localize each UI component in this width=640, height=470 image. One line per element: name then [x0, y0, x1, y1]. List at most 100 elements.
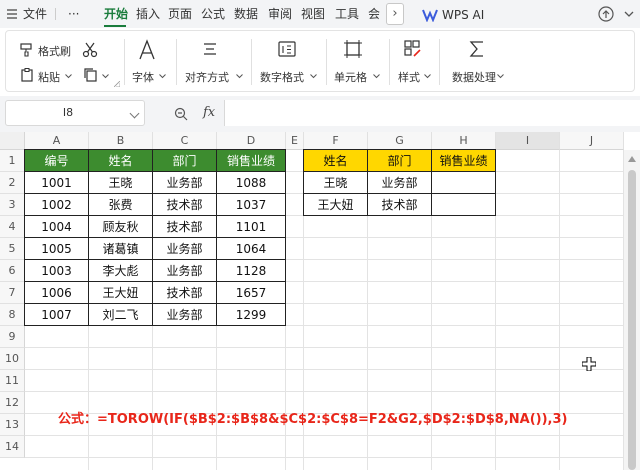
- tab-member[interactable]: 会: [368, 0, 380, 28]
- table2-cell[interactable]: [432, 194, 495, 215]
- table1-cell[interactable]: 业务部: [153, 304, 216, 325]
- paste-dropdown-chevron-icon[interactable]: [65, 74, 72, 79]
- column-header-f[interactable]: F: [304, 132, 368, 150]
- table1-cell[interactable]: 1064: [217, 238, 285, 259]
- number-format-dropdown-chevron-icon[interactable]: [310, 74, 317, 79]
- table1-cell[interactable]: 1037: [217, 194, 285, 215]
- copy-icon[interactable]: [82, 67, 98, 83]
- table2-cell[interactable]: 业务部: [368, 172, 431, 193]
- align-group-button[interactable]: 对齐方式: [185, 69, 229, 85]
- row-header-11[interactable]: 11: [0, 370, 25, 392]
- column-header-d[interactable]: D: [217, 132, 286, 150]
- row-header-3[interactable]: 3: [0, 194, 25, 216]
- table1-header-cell[interactable]: 销售业绩: [217, 150, 285, 171]
- table1-cell[interactable]: 1004: [25, 216, 88, 237]
- scrollbar-thumb[interactable]: [628, 170, 636, 470]
- zoom-search-icon[interactable]: [174, 107, 188, 121]
- table1-header-cell[interactable]: 编号: [25, 150, 88, 171]
- table1-cell[interactable]: 李大彪: [89, 260, 152, 281]
- row-header-1[interactable]: 1: [0, 150, 25, 172]
- sigma-icon[interactable]: [469, 40, 485, 58]
- table1-cell[interactable]: 业务部: [153, 238, 216, 259]
- table1-cell[interactable]: 王晓: [89, 172, 152, 193]
- tab-formula[interactable]: 公式: [201, 0, 225, 28]
- table1-cell[interactable]: 1007: [25, 304, 88, 325]
- row-header-14[interactable]: 14: [0, 436, 25, 458]
- font-dropdown-chevron-icon[interactable]: [159, 74, 166, 79]
- table1-cell[interactable]: 技术部: [153, 216, 216, 237]
- column-header-e[interactable]: E: [286, 132, 304, 150]
- cell-icon[interactable]: [344, 40, 362, 58]
- column-header-b[interactable]: B: [89, 132, 153, 150]
- table1-cell[interactable]: 业务部: [153, 172, 216, 193]
- table2-cell[interactable]: 王大妞: [304, 194, 367, 215]
- font-icon[interactable]: [137, 39, 157, 61]
- format-painter-icon[interactable]: [20, 43, 34, 57]
- paste-button[interactable]: 粘贴: [38, 69, 60, 85]
- align-icon[interactable]: [202, 41, 218, 57]
- row-header-10[interactable]: 10: [0, 348, 25, 370]
- menu-more[interactable]: ···: [68, 0, 79, 28]
- table1-cell[interactable]: 业务部: [153, 260, 216, 281]
- table1-cell[interactable]: 1088: [217, 172, 285, 193]
- format-painter-button[interactable]: 格式刷: [38, 43, 71, 59]
- name-box[interactable]: I8: [5, 100, 145, 126]
- tab-insert[interactable]: 插入: [136, 0, 160, 28]
- table1-header-cell[interactable]: 部门: [153, 150, 216, 171]
- table1-cell[interactable]: 1006: [25, 282, 88, 303]
- column-header-i[interactable]: I: [496, 132, 560, 150]
- table1-cell[interactable]: 顾友秋: [89, 216, 152, 237]
- name-box-chevron-icon[interactable]: [129, 108, 140, 119]
- table1-cell[interactable]: 1005: [25, 238, 88, 259]
- row-header-5[interactable]: 5: [0, 238, 25, 260]
- table1-header-cell[interactable]: 姓名: [89, 150, 152, 171]
- tab-tools[interactable]: 工具: [335, 0, 359, 28]
- tab-start[interactable]: 开始: [104, 0, 128, 28]
- column-header-j[interactable]: J: [560, 132, 624, 150]
- table2-header-cell[interactable]: 销售业绩: [432, 150, 495, 171]
- table1-cell[interactable]: 诸葛镇: [89, 238, 152, 259]
- cell-dropdown-chevron-icon[interactable]: [373, 74, 380, 79]
- scissors-icon[interactable]: [82, 42, 98, 58]
- hamburger-menu-icon[interactable]: [6, 8, 18, 20]
- row-header-2[interactable]: 2: [0, 172, 25, 194]
- table1-cell[interactable]: 1003: [25, 260, 88, 281]
- data-process-dropdown-chevron-icon[interactable]: [497, 74, 504, 79]
- menu-file[interactable]: 文件: [23, 0, 47, 28]
- table1-cell[interactable]: 张费: [89, 194, 152, 215]
- clipboard-expand-icon[interactable]: [114, 81, 120, 87]
- number-format-icon[interactable]: [278, 40, 296, 58]
- table2-header-cell[interactable]: 部门: [368, 150, 431, 171]
- row-header-7[interactable]: 7: [0, 282, 25, 304]
- tab-page[interactable]: 页面: [168, 0, 192, 28]
- row-header-8[interactable]: 8: [0, 304, 25, 326]
- formula-input[interactable]: [224, 100, 640, 126]
- tab-view[interactable]: 视图: [301, 0, 325, 28]
- table1-cell[interactable]: 刘二飞: [89, 304, 152, 325]
- table1-cell[interactable]: 1002: [25, 194, 88, 215]
- table1-cell[interactable]: 1657: [217, 282, 285, 303]
- style-group-button[interactable]: 样式: [398, 69, 420, 85]
- tab-review[interactable]: 审阅: [268, 0, 292, 28]
- table1-cell[interactable]: 1128: [217, 260, 285, 281]
- table1-cell[interactable]: 1001: [25, 172, 88, 193]
- row-header-4[interactable]: 4: [0, 216, 25, 238]
- data-process-group-button[interactable]: 数据处理: [452, 69, 496, 85]
- column-header-a[interactable]: A: [25, 132, 89, 150]
- tab-scroll-right-button[interactable]: ›: [386, 3, 404, 25]
- table1-cell[interactable]: 王大妞: [89, 282, 152, 303]
- row-header-9[interactable]: 9: [0, 326, 25, 348]
- column-header-c[interactable]: C: [153, 132, 217, 150]
- number-format-group-button[interactable]: 数字格式: [260, 69, 304, 85]
- table2-cell[interactable]: 王晓: [304, 172, 367, 193]
- column-header-g[interactable]: G: [368, 132, 432, 150]
- paste-icon[interactable]: [20, 68, 34, 82]
- table2-header-cell[interactable]: 姓名: [304, 150, 367, 171]
- scroll-up-icon[interactable]: [628, 156, 636, 162]
- table1-cell[interactable]: 1299: [217, 304, 285, 325]
- row-header-12[interactable]: 12: [0, 392, 25, 414]
- table1-cell[interactable]: 1101: [217, 216, 285, 237]
- select-all-corner[interactable]: [0, 132, 25, 150]
- fx-button[interactable]: fx: [203, 105, 215, 120]
- style-dropdown-chevron-icon[interactable]: [424, 74, 431, 79]
